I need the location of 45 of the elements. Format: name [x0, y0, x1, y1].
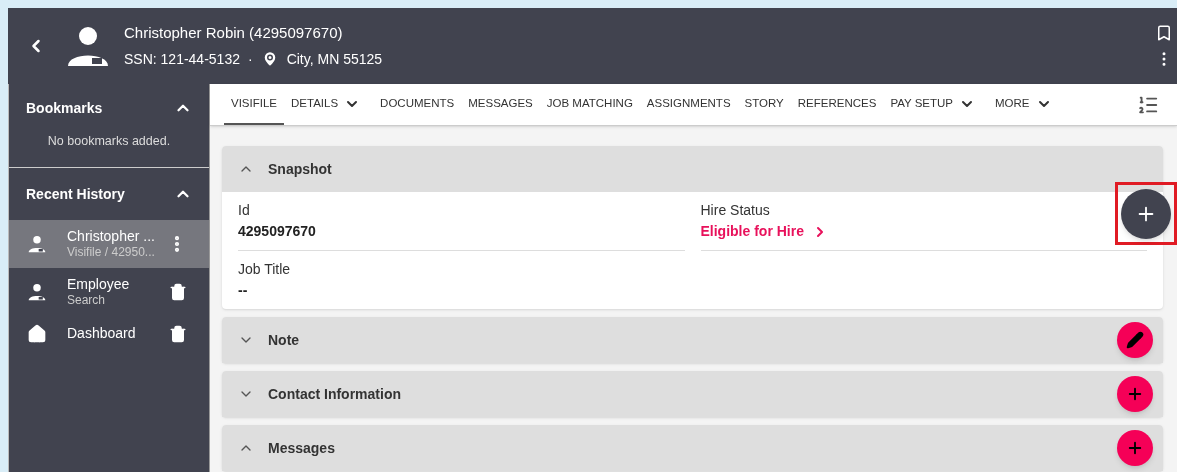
tab[interactable]: DOCUMENTS [373, 84, 462, 125]
empty-bookmarks-text: No bookmarks added. [47, 133, 171, 150]
plus-icon [1126, 385, 1144, 403]
history-subtitle: Search [67, 293, 107, 309]
field-value: -- [238, 281, 249, 300]
ssn-text: SSN: 121-44-5132 [124, 49, 240, 69]
tab[interactable]: VISIFILE [224, 84, 285, 125]
field-value: 4295097670 [238, 222, 317, 241]
hire-status-link[interactable]: Eligible for Hire [700, 221, 828, 242]
trash-icon[interactable] [169, 325, 187, 343]
bookmarks-header[interactable]: Bookmarks [9, 84, 209, 132]
field-label: Job Title [238, 260, 292, 279]
history-title: Employee [67, 275, 131, 294]
field-label: Id [238, 201, 251, 220]
history-item[interactable]: Employee Search [9, 268, 209, 316]
tab[interactable]: MESSAGES [461, 84, 540, 125]
add-button[interactable] [1121, 188, 1171, 239]
section-header[interactable]: Note [222, 317, 1163, 363]
person-icon [27, 282, 47, 302]
plus-icon [1126, 439, 1144, 457]
section-header[interactable]: Messages [222, 425, 1163, 471]
home-icon [27, 324, 47, 344]
tab[interactable]: REFERENCES [790, 84, 884, 125]
section-header[interactable]: Contact Information [222, 371, 1163, 417]
history-title: Christopher ... [67, 227, 156, 246]
section-header[interactable]: Snapshot [222, 146, 1163, 192]
separator-dot: · [247, 49, 253, 69]
tab[interactable]: PAY SETUP [883, 84, 982, 125]
tab[interactable]: STORY [737, 84, 791, 125]
tab[interactable]: DETAILS [284, 84, 368, 125]
history-item[interactable]: Dashboard [9, 316, 209, 352]
history-item[interactable]: Christopher ... Visifile / 42950... [9, 220, 209, 268]
pencil-icon [1126, 331, 1144, 349]
trash-icon[interactable] [169, 283, 187, 301]
tab[interactable]: MORE [988, 84, 1059, 125]
field-label: Hire Status [700, 201, 771, 220]
tab[interactable]: JOB MATCHING [539, 84, 640, 125]
recent-history-header[interactable]: Recent History [9, 168, 209, 220]
history-subtitle: Visifile / 42950... [67, 245, 156, 261]
tab[interactable]: ASSIGNMENTS [639, 84, 738, 125]
history-title: Dashboard [67, 325, 137, 343]
bookmark-icon[interactable] [1155, 24, 1173, 42]
location-text: City, MN 55125 [286, 49, 383, 69]
employee-name: Christopher Robin (4295097670) [124, 23, 344, 44]
person-icon [27, 234, 47, 254]
